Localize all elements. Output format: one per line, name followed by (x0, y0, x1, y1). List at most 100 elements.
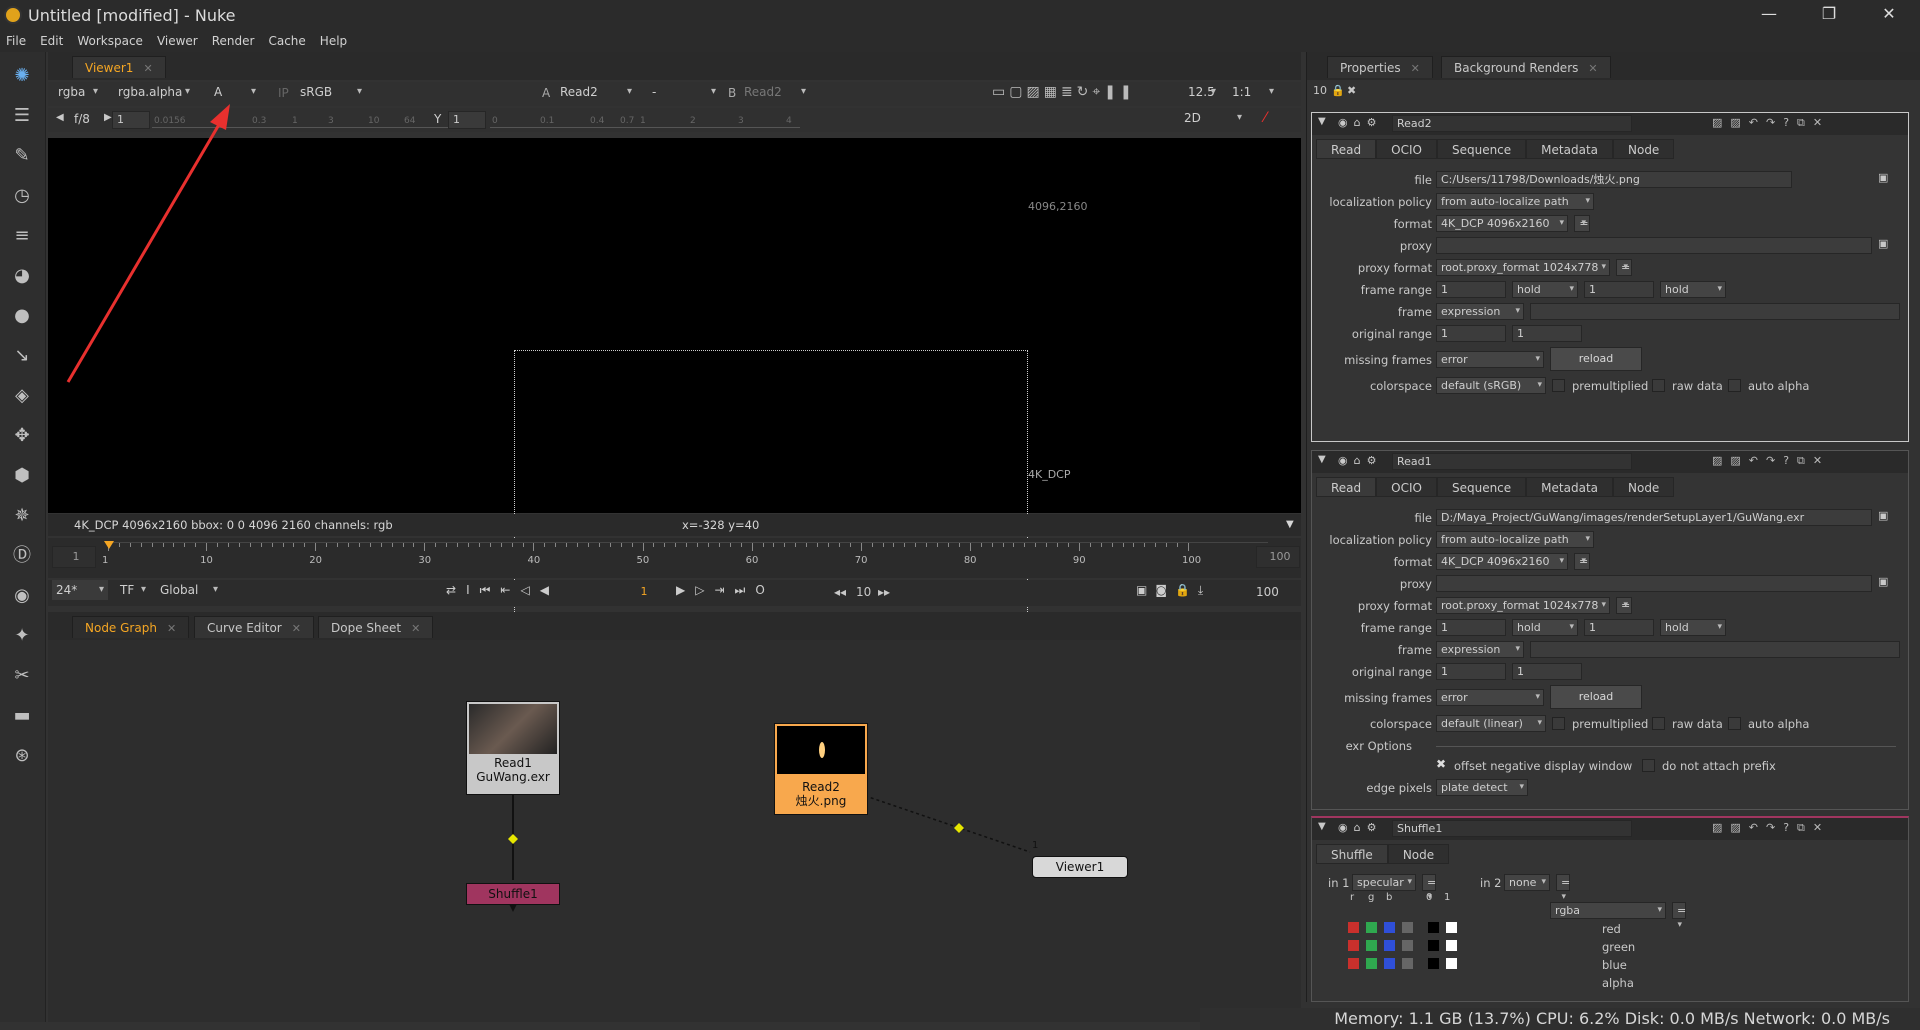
maximize-button[interactable]: ❐ (1800, 0, 1858, 30)
fps-dropdown[interactable]: 24* (52, 580, 108, 600)
channel-icon[interactable]: ≡ (10, 224, 34, 248)
play-icon[interactable]: ▶ (676, 583, 695, 597)
channels-dropdown[interactable]: rgba (54, 82, 102, 102)
3d-icon[interactable]: ⬢ (10, 464, 34, 488)
frame-mode-dropdown[interactable]: expression (1436, 303, 1524, 320)
panel-buttons[interactable]: ▨▨↶↷?⧉✕ (1712, 116, 1830, 130)
matrix-cell-green-g-checked[interactable] (1366, 940, 1377, 951)
step-field[interactable]: 10 (856, 585, 871, 599)
first-frame-icon[interactable]: ⏮ (480, 583, 501, 597)
checker-icon[interactable]: ▦ (1044, 84, 1061, 100)
localization-policy-dropdown[interactable]: from auto-localize path (1436, 193, 1594, 210)
alpha-dropdown[interactable]: rgba.alpha (114, 82, 194, 102)
menu-render[interactable]: Render (212, 34, 255, 48)
edge-pixels-dropdown[interactable]: plate detect (1436, 779, 1528, 796)
global-dropdown[interactable]: Global (156, 580, 222, 600)
merge-icon[interactable]: ◈ (10, 384, 34, 408)
ip-toggle[interactable]: IP (278, 82, 289, 104)
other-icon[interactable]: ▬ (10, 704, 34, 728)
proxy-format-dropdown[interactable]: root.proxy_format 1024x778 (1436, 597, 1610, 614)
ratio-dropdown[interactable]: 1:1 (1228, 82, 1278, 102)
loop-icon[interactable]: ⇄ (446, 583, 466, 597)
tab-sequence[interactable]: Sequence (1436, 477, 1527, 497)
panel-tools[interactable]: ◉⌂⚙ (1338, 454, 1382, 467)
toolsets-icon[interactable]: ✂ (10, 664, 34, 688)
orig-end-field[interactable]: 1 (1512, 325, 1582, 342)
particles-icon[interactable]: ✵ (10, 504, 34, 528)
close-icon[interactable]: ✕ (292, 622, 301, 635)
deep-icon[interactable]: Ⓓ (10, 544, 34, 568)
panel-tools[interactable]: ◉⌂⚙ (1338, 116, 1382, 129)
play-back-icon[interactable]: ◀ (540, 583, 559, 597)
views-icon[interactable]: ◉ (10, 584, 34, 608)
matrix-cell[interactable] (1366, 958, 1377, 969)
close-window-button[interactable]: ✕ (1860, 0, 1918, 30)
compare-dropdown[interactable]: - (648, 82, 720, 102)
collapse-icon[interactable]: ▼ (1318, 454, 1326, 465)
tab-node[interactable]: Node (1613, 477, 1675, 497)
shuffle1-node[interactable]: Shuffle1 (466, 883, 560, 905)
proxy-field[interactable] (1436, 237, 1872, 254)
frame-end-field[interactable]: 1 (1584, 619, 1654, 636)
roi-icon[interactable]: ▭ (992, 84, 1009, 100)
auto-alpha-checkbox[interactable] (1728, 379, 1741, 392)
frame-end-field[interactable]: 1 (1584, 281, 1654, 298)
tab-ocio[interactable]: OCIO (1376, 477, 1437, 497)
raw-data-checkbox[interactable] (1652, 717, 1665, 730)
panel-tools[interactable]: ◉⌂⚙ (1338, 821, 1382, 834)
gamma-slider[interactable]: 0 0.1 0.4 0.7 1 2 3 4 (490, 116, 800, 128)
input-dropdown[interactable]: A (210, 82, 260, 102)
clear-panels-icon[interactable]: ✖ (1347, 84, 1356, 97)
matrix-cell[interactable] (1402, 922, 1413, 933)
lock-icon[interactable]: 🔒 (1331, 84, 1345, 97)
after-dropdown[interactable]: hold (1660, 619, 1726, 636)
orig-start-field[interactable]: 1 (1436, 663, 1506, 680)
file-path-field[interactable]: D:/Maya_Project/GuWang/images/renderSetu… (1436, 509, 1872, 526)
offset-checkbox-checked-icon[interactable]: ✖ (1436, 757, 1446, 771)
before-dropdown[interactable]: hold (1512, 619, 1578, 636)
file-path-field[interactable]: C:/Users/11798/Downloads/烛火.png (1436, 171, 1792, 188)
draw-icon[interactable]: ✎ (10, 144, 34, 168)
node-graph[interactable]: Read1 GuWang.exr Read2 烛火.png Shuffle1 V… (48, 640, 1301, 1022)
proxy-format-dropdown[interactable]: root.proxy_format 1024x778 (1436, 259, 1610, 276)
nuke-menu-icon[interactable]: ✺ (10, 64, 34, 88)
matrix-cell-zero[interactable] (1428, 940, 1439, 951)
tab-curve-editor[interactable]: Curve Editor ✕ (194, 616, 314, 638)
a-input-dropdown[interactable]: Read2 (556, 82, 636, 102)
tab-read[interactable]: Read (1316, 477, 1377, 497)
matrix-cell-one[interactable] (1446, 940, 1457, 951)
matrix-cell[interactable] (1348, 940, 1359, 951)
reload-button[interactable]: reload (1550, 347, 1642, 371)
matrix-cell-zero[interactable] (1428, 922, 1439, 933)
next-key-icon[interactable]: ⇥ (714, 583, 734, 597)
paint-icon[interactable]: ⁄ (1264, 110, 1266, 126)
matrix-cell[interactable] (1348, 958, 1359, 969)
zoom-dropdown[interactable]: 12.5 (1184, 82, 1220, 102)
tab-shuffle[interactable]: Shuffle (1316, 844, 1388, 864)
missing-frames-dropdown[interactable]: error (1436, 351, 1544, 368)
tf-dropdown[interactable]: TF (116, 580, 150, 600)
format-dropdown[interactable]: 4K_DCP 4096x2160 (1436, 553, 1568, 570)
raw-data-checkbox[interactable] (1652, 379, 1665, 392)
panel-buttons[interactable]: ▨▨↶↷?⧉✕ (1712, 821, 1830, 835)
premultiplied-checkbox[interactable] (1552, 379, 1565, 392)
menu-edit[interactable]: Edit (40, 34, 63, 48)
format-edit-button[interactable]: = (1574, 553, 1590, 570)
menu-file[interactable]: File (6, 34, 26, 48)
lut-dropdown[interactable]: sRGB (296, 82, 366, 102)
frame-expression-field[interactable] (1530, 303, 1900, 320)
tab-node[interactable]: Node (1387, 844, 1450, 864)
orig-start-field[interactable]: 1 (1436, 325, 1506, 342)
folder-icon[interactable]: ▣ (1878, 237, 1888, 250)
last-frame-icon[interactable]: ⏭ (735, 583, 756, 597)
safe-icon[interactable]: ⌖ (1092, 84, 1104, 100)
collapse-icon[interactable]: ▼ (1318, 116, 1326, 127)
tab-metadata[interactable]: Metadata (1526, 477, 1613, 497)
output-edit-button[interactable]: = (1672, 902, 1686, 933)
matrix-cell[interactable] (1402, 940, 1413, 951)
furnace-icon[interactable]: ⊛ (10, 744, 34, 768)
after-dropdown[interactable]: hold (1660, 281, 1726, 298)
folder-icon[interactable]: ▣ (1878, 509, 1888, 522)
proxy-format-edit-button[interactable]: = (1616, 259, 1632, 276)
viewer1-node[interactable]: Viewer1 (1032, 856, 1128, 878)
